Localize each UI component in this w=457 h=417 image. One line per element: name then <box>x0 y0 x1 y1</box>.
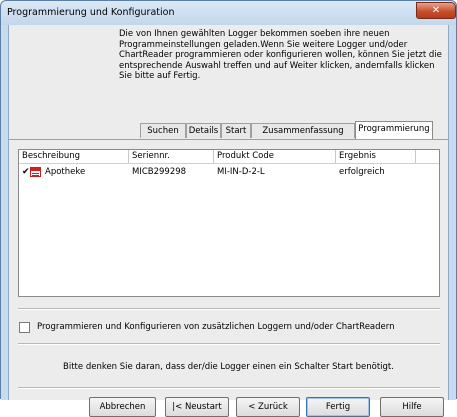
additional-loggers-label: Programmieren und Konfigurieren von zusä… <box>37 322 395 332</box>
intro-text: Die von Ihnen gewählten Logger bekommen … <box>119 29 442 81</box>
start-switch-note: Bitte denken Sie daran, dass der/die Log… <box>63 362 394 372</box>
column-header-ergebnis[interactable]: Ergebnis <box>336 150 416 163</box>
separator <box>18 308 440 310</box>
logger-list[interactable]: Beschreibung Seriennr. Produkt Code Erge… <box>18 149 440 297</box>
checkmark-icon: ✔ <box>22 167 30 177</box>
additional-loggers-checkbox[interactable] <box>19 322 30 333</box>
dialog-content: Die von Ihnen gewählten Logger bekommen … <box>8 25 449 417</box>
tab-programmierung[interactable]: Programmierung <box>355 121 433 139</box>
back-button[interactable]: < Zurück <box>236 397 300 417</box>
table-row[interactable]: ✔ Apotheke MICB299298 MI-IN-D-2-L erfolg… <box>19 165 439 179</box>
tab-suchen[interactable]: Suchen <box>140 123 186 138</box>
logger-device-icon <box>30 167 41 177</box>
row-result: erfolgreich <box>339 167 385 177</box>
row-serial: MICB299298 <box>132 167 187 177</box>
column-header-beschreibung[interactable]: Beschreibung <box>19 150 129 163</box>
separator <box>18 343 440 345</box>
window-frame-right <box>449 25 456 400</box>
column-header-produkt-code[interactable]: Produkt Code <box>214 150 336 163</box>
restart-button[interactable]: |< Neustart <box>165 397 229 417</box>
separator <box>18 387 440 389</box>
help-button[interactable]: Hilfe <box>380 397 444 417</box>
finish-button[interactable]: Fertig <box>306 397 370 417</box>
tab-divider <box>9 139 448 140</box>
column-header-seriennr[interactable]: Seriennr. <box>129 150 214 163</box>
dialog-window: Programmierung und Konfiguration ✕ Die v… <box>0 0 457 417</box>
row-product-code: MI-IN-D-2-L <box>217 167 265 177</box>
tab-details[interactable]: Details <box>186 123 221 138</box>
window-frame-left <box>1 25 8 400</box>
window-title: Programmierung und Konfiguration <box>7 7 175 18</box>
title-bar[interactable]: Programmierung und Konfiguration ✕ <box>1 1 456 25</box>
cancel-button[interactable]: Abbrechen <box>89 397 156 417</box>
list-header: Beschreibung Seriennr. Produkt Code Erge… <box>19 150 439 164</box>
tab-zusammenfassung[interactable]: Zusammenfassung <box>251 123 355 138</box>
close-button[interactable]: ✕ <box>416 2 456 19</box>
row-description: Apotheke <box>45 167 86 177</box>
close-icon: ✕ <box>431 5 441 16</box>
tab-start[interactable]: Start <box>221 123 251 138</box>
